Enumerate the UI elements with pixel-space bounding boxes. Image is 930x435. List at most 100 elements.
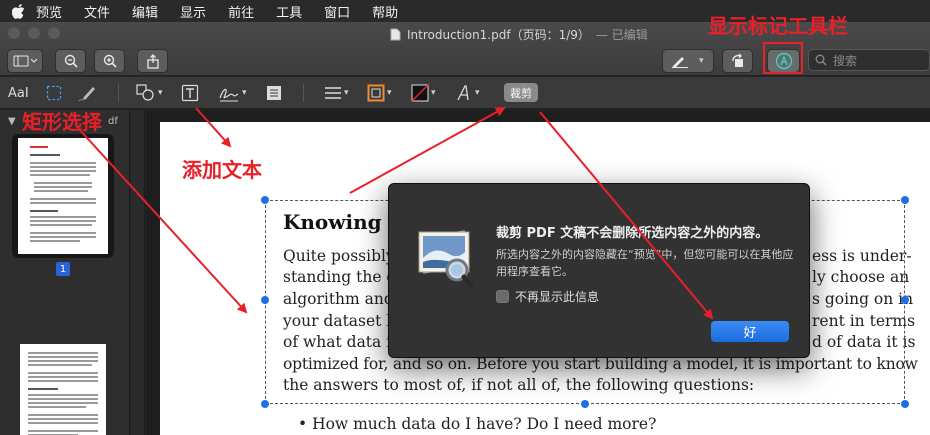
text-style-tool[interactable]: ▾ bbox=[455, 82, 480, 104]
note-tool[interactable] bbox=[266, 82, 282, 104]
thumbnail-text-line bbox=[28, 364, 92, 366]
ok-button[interactable]: 好 bbox=[711, 321, 789, 342]
add-text-tool[interactable] bbox=[181, 82, 199, 104]
thumbnail-text-line bbox=[30, 174, 90, 176]
sidebar-scrollbar[interactable] bbox=[131, 110, 145, 435]
shapes-tool[interactable]: ▾ bbox=[136, 82, 163, 104]
share-button[interactable] bbox=[137, 49, 168, 73]
zoom-out-icon bbox=[64, 54, 78, 68]
minimize-window-button[interactable] bbox=[28, 27, 40, 39]
chevron-down-icon: ▾ bbox=[475, 88, 480, 98]
dont-show-again-label: 不再显示此信息 bbox=[515, 290, 600, 304]
document-bullet-item: • How much data do I have? Do I need mor… bbox=[298, 415, 657, 433]
menu-go[interactable]: 前往 bbox=[228, 2, 254, 21]
toolbar-divider bbox=[303, 84, 304, 102]
border-color-icon bbox=[367, 84, 385, 102]
edited-status: — 已编辑 bbox=[595, 28, 648, 42]
zoom-in-icon bbox=[103, 54, 117, 68]
menu-edit[interactable]: 编辑 bbox=[132, 2, 158, 21]
thumbnail-text-line bbox=[28, 402, 98, 404]
zoom-in-button[interactable] bbox=[94, 49, 125, 73]
dont-show-again-checkbox[interactable] bbox=[496, 290, 509, 303]
chevron-down-icon: ▾ bbox=[158, 88, 163, 98]
selection-handle[interactable] bbox=[261, 296, 269, 304]
border-color-tool[interactable]: ▾ bbox=[367, 82, 392, 104]
crop-alert-dialog: 裁剪 PDF 文稿不会删除所选内容之外的内容。 所选内容之外的内容隐藏在“预览”… bbox=[388, 183, 810, 358]
thumbnail-text-line bbox=[30, 220, 96, 222]
thumbnail-text-line bbox=[34, 186, 92, 188]
selection-handle[interactable] bbox=[901, 400, 909, 408]
selection-handle[interactable] bbox=[261, 400, 269, 408]
sidebar-icon bbox=[13, 55, 37, 67]
page-thumbnail-1[interactable] bbox=[18, 138, 108, 254]
thumbnail-text-line bbox=[28, 356, 98, 358]
pen-icon bbox=[672, 57, 688, 68]
dont-show-again-option[interactable]: 不再显示此信息 bbox=[496, 288, 599, 305]
menu-file[interactable]: 文件 bbox=[84, 2, 110, 21]
dialog-message: 所选内容之外的内容隐藏在“预览”中，但您可能可以在其他应用程序查看它。 bbox=[496, 248, 794, 278]
thumbnail-text-line bbox=[28, 414, 98, 416]
rectangular-selection-tool[interactable] bbox=[46, 82, 62, 104]
rect-select-icon bbox=[46, 85, 62, 101]
text-style-label: AaI bbox=[8, 85, 29, 101]
chevron-down-icon: ▾ bbox=[387, 88, 392, 98]
sketch-tool[interactable] bbox=[78, 82, 98, 104]
disclosure-triangle-icon[interactable]: ▼ bbox=[8, 116, 16, 127]
markup-button-highlight bbox=[763, 42, 803, 74]
selection-handle[interactable] bbox=[901, 296, 909, 304]
rotate-icon bbox=[731, 53, 743, 67]
markup-pen-button[interactable]: ▾ bbox=[662, 49, 714, 73]
window-title: Introduction1.pdf（页码：1/9） — 已编辑 bbox=[390, 26, 648, 43]
window-title-text: Introduction1.pdf（页码：1/9） bbox=[407, 28, 590, 42]
line-style-icon bbox=[325, 87, 341, 99]
chevron-down-icon: ▾ bbox=[242, 88, 247, 98]
thumbnail-text-line bbox=[30, 202, 96, 204]
traffic-lights bbox=[8, 27, 60, 39]
page-number-badge: 1 bbox=[56, 262, 70, 276]
annotation-add-text: 添加文本 bbox=[182, 158, 262, 182]
page-thumbnail-2[interactable] bbox=[20, 344, 106, 435]
close-window-button[interactable] bbox=[8, 27, 20, 39]
apple-menu-icon[interactable] bbox=[0, 3, 36, 19]
selection-handle[interactable] bbox=[261, 196, 269, 204]
thumbnail-text-line bbox=[28, 360, 98, 362]
thumbnail-text-line bbox=[30, 146, 48, 148]
zoom-out-button[interactable] bbox=[55, 49, 86, 73]
thumbnail-text-line bbox=[30, 198, 96, 200]
menu-view[interactable]: 显示 bbox=[180, 2, 206, 21]
menu-tools[interactable]: 工具 bbox=[276, 2, 302, 21]
thumbnail-text-line bbox=[28, 380, 98, 382]
menu-window[interactable]: 窗口 bbox=[324, 2, 350, 21]
thumbnail-text-line bbox=[30, 210, 58, 212]
thumbnail-text-line bbox=[28, 406, 86, 408]
rotate-button[interactable] bbox=[722, 49, 753, 73]
crop-button[interactable]: 裁剪 bbox=[504, 83, 538, 102]
fill-color-tool[interactable]: ▾ bbox=[411, 82, 436, 104]
selection-handle[interactable] bbox=[901, 196, 909, 204]
thumbnail-text-line bbox=[28, 376, 98, 378]
thumbnail-sidebar: ▼ df 1 bbox=[0, 110, 130, 435]
line-style-tool[interactable]: ▾ bbox=[324, 82, 349, 104]
font-style-icon bbox=[457, 85, 469, 101]
note-icon bbox=[267, 86, 281, 100]
chevron-down-icon: ▾ bbox=[699, 56, 704, 66]
signature-tool[interactable]: ▾ bbox=[218, 82, 247, 104]
thumbnail-text-line bbox=[30, 236, 96, 238]
search-field[interactable]: 搜索 bbox=[808, 49, 930, 71]
search-placeholder: 搜索 bbox=[833, 53, 858, 68]
menu-help[interactable]: 帮助 bbox=[372, 2, 398, 21]
thumbnail-text-line bbox=[30, 216, 96, 218]
text-selection-tool[interactable]: AaI bbox=[8, 82, 29, 104]
selection-handle[interactable] bbox=[581, 400, 589, 408]
thumbnail-text-line bbox=[28, 388, 58, 390]
chevron-down-icon: ▾ bbox=[344, 88, 349, 98]
text-box-icon bbox=[181, 84, 199, 102]
annotation-rect-select: 矩形选择 bbox=[22, 110, 102, 134]
zoom-window-button[interactable] bbox=[48, 27, 60, 39]
menu-preview[interactable]: 预览 bbox=[36, 2, 62, 21]
thumbnail-text-line bbox=[28, 398, 98, 400]
fill-color-icon bbox=[411, 84, 429, 102]
sidebar-view-button[interactable] bbox=[7, 49, 43, 73]
sketch-pen-icon bbox=[78, 87, 95, 102]
chevron-down-icon: ▾ bbox=[431, 88, 436, 98]
